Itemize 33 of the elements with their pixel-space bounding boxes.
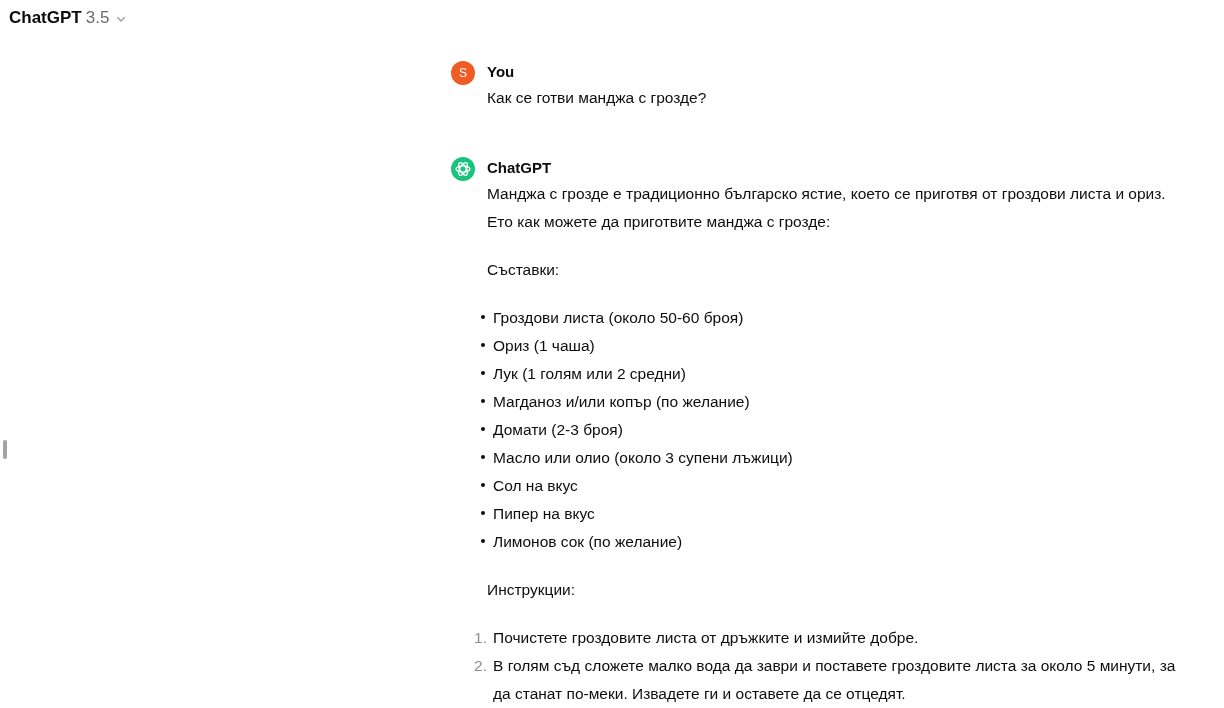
author-name: ChatGPT — [487, 158, 553, 178]
list-item-text: Гроздови листа (около 50-60 броя) — [493, 308, 744, 328]
list-item-text: Лук (1 голям или 2 средни) — [493, 364, 686, 384]
list-item-text: Масло или олио (около 3 супени лъжици) — [493, 448, 793, 468]
bullet-icon — [481, 427, 485, 431]
list-item-text: Сол на вкус — [493, 476, 578, 496]
message-text: Инструкции: — [487, 580, 577, 600]
list-item-text: Пипер на вкус — [493, 504, 595, 524]
author-name: You — [487, 62, 516, 82]
step-number: 2. — [474, 656, 487, 676]
bullet-icon — [481, 511, 485, 515]
list-item-text: В голям съд сложете малко вода да заври и поставете гроздовите листа за около 5 минути, за да станат по-меки. Извадете ги и оставете да се отцедят. — [493, 656, 1177, 704]
list-item-text: Магданоз и/или копър (по желание) — [493, 392, 750, 412]
list-item-text: Домати (2-3 броя) — [493, 420, 623, 440]
model-selector-button[interactable]: ChatGPT 3.5 — [9, 8, 126, 28]
list-item-text: Лимонов сок (по желание) — [493, 532, 683, 552]
assistant-logo-icon — [451, 157, 475, 181]
message-text: Манджа с грозде е традиционно българско ястие, което се приготвя от гроздови листа и ориз. Ето как можете да приготвите манджа с грозде: — [487, 184, 1167, 232]
list-item-text: Почистете гроздовите листа от дръжките и измийте добре. — [493, 628, 919, 648]
sidebar-toggle-handle[interactable] — [3, 440, 7, 459]
message-text: Съставки: — [487, 260, 561, 280]
step-number: 1. — [474, 628, 487, 648]
message-text: Как се готви манджа с грозде? — [487, 88, 708, 108]
bullet-icon — [481, 455, 485, 459]
bullet-icon — [481, 399, 485, 403]
bullet-icon — [481, 483, 485, 487]
bullet-icon — [481, 539, 485, 543]
list-item-text: Ориз (1 чаша) — [493, 336, 595, 356]
user-avatar: S — [451, 61, 475, 85]
bullet-icon — [481, 371, 485, 375]
chevron-down-icon — [117, 16, 126, 22]
bullet-icon — [481, 343, 485, 347]
bullet-icon — [481, 315, 485, 319]
